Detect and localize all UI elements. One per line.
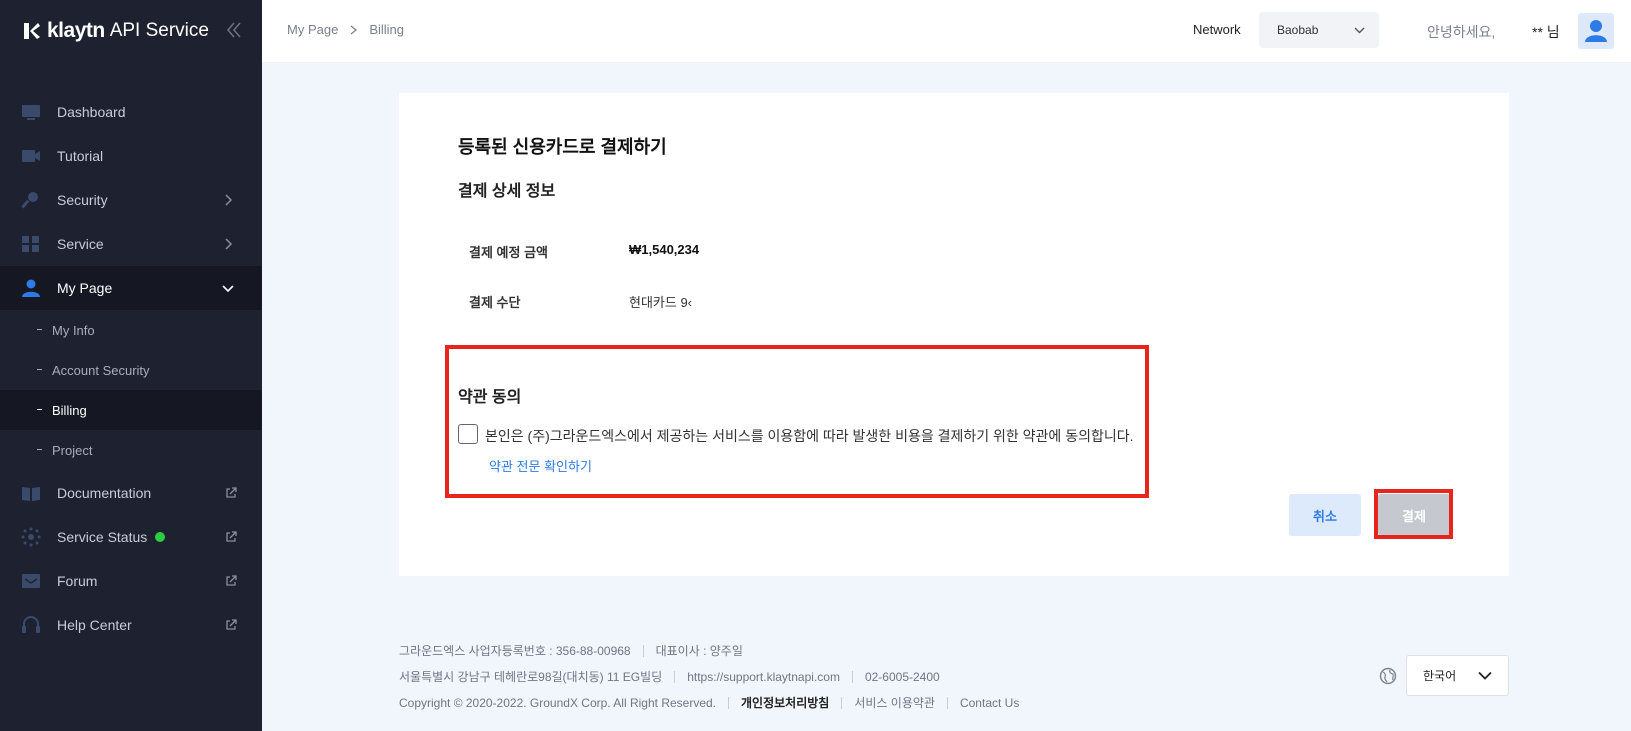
sidebar-item-documentation[interactable]: Documentation bbox=[0, 471, 262, 515]
brand-name: klaytn bbox=[47, 19, 105, 42]
sidebar-item-my-page[interactable]: My Page bbox=[0, 266, 262, 310]
network-select[interactable]: Baobab bbox=[1259, 12, 1379, 48]
status-indicator-dot bbox=[155, 532, 166, 542]
sidebar-subitem-billing[interactable]: Billing bbox=[0, 390, 262, 430]
top-header: My Page Billing Network Baobab 안녕하세요, **… bbox=[262, 0, 1631, 62]
sidebar-item-dashboard[interactable]: Dashboard bbox=[0, 90, 262, 134]
sidebar-subitem-account-security[interactable]: Account Security bbox=[0, 350, 262, 390]
language-select-value: 한국어 bbox=[1423, 669, 1457, 683]
company-address: 서울특별시 강남구 테헤란로98길(대치동) 11 EG빌딩 bbox=[399, 670, 663, 684]
bullet-dash bbox=[37, 329, 42, 330]
chevron-right-icon bbox=[350, 24, 358, 35]
footer-divider bbox=[728, 696, 730, 709]
pay-highlight-box bbox=[1374, 489, 1453, 539]
contact-us-link[interactable]: Contact Us bbox=[960, 696, 1019, 710]
external-link-icon bbox=[226, 619, 237, 630]
chevron-right-icon bbox=[225, 238, 233, 250]
sidebar-item-label: Help Center bbox=[57, 617, 132, 633]
sidebar-subitem-label: Account Security bbox=[52, 362, 150, 378]
cancel-button[interactable]: 취소 bbox=[1289, 494, 1361, 536]
external-link-icon bbox=[226, 575, 237, 586]
external-link-icon bbox=[226, 487, 237, 498]
sidebar-item-tutorial[interactable]: Tutorial bbox=[0, 134, 262, 178]
sidebar-item-service[interactable]: Service bbox=[0, 222, 262, 266]
sidebar-item-label: Forum bbox=[57, 573, 98, 589]
breadcrumb-my-page[interactable]: My Page bbox=[287, 22, 338, 37]
payment-detail-title: 결제 상세 정보 bbox=[458, 183, 556, 200]
chevron-down-icon bbox=[222, 285, 234, 293]
payment-method-value: 현대카드 9‹ bbox=[629, 295, 693, 310]
sidebar-item-label: Tutorial bbox=[57, 148, 104, 164]
payment-card: 등록된 신용카드로 결제하기 결제 상세 정보 결제 예정 금액 ₩1,540,… bbox=[399, 93, 1509, 576]
external-link-icon bbox=[226, 531, 237, 542]
chevron-right-icon bbox=[225, 194, 233, 206]
dashboard-icon bbox=[22, 105, 40, 120]
amount-value: ₩1,540,234 bbox=[629, 242, 700, 257]
sidebar-subitem-my-info[interactable]: My Info bbox=[0, 310, 262, 350]
status-icon bbox=[21, 527, 41, 547]
sidebar-item-label: Dashboard bbox=[57, 104, 126, 120]
footer-divider bbox=[642, 644, 644, 657]
book-icon bbox=[22, 487, 40, 501]
avatar[interactable] bbox=[1578, 13, 1614, 49]
sidebar-item-forum[interactable]: Forum bbox=[0, 559, 262, 603]
user-icon bbox=[22, 279, 40, 297]
sidebar-item-label: Service bbox=[57, 236, 104, 252]
sidebar-item-security[interactable]: Security bbox=[0, 178, 262, 222]
ceo-name: 대표이사 : 양주일 bbox=[655, 644, 743, 658]
video-icon bbox=[22, 150, 40, 162]
chat-icon bbox=[22, 574, 40, 588]
sidebar-item-label: Documentation bbox=[57, 485, 152, 501]
payment-method-label: 결제 수단 bbox=[469, 295, 521, 310]
sidebar: klaytn API Service Dashboard Tutorial Se… bbox=[0, 0, 262, 731]
greeting-text: 안녕하세요, bbox=[1427, 24, 1496, 40]
bullet-dash bbox=[37, 409, 42, 410]
sidebar-item-help-center[interactable]: Help Center bbox=[0, 603, 262, 647]
page-title: 등록된 신용카드로 결제하기 bbox=[458, 137, 667, 157]
phone-number: 02-6005-2400 bbox=[864, 669, 940, 684]
support-url[interactable]: https://support.klaytnapi.com bbox=[687, 670, 840, 684]
terms-highlight-box bbox=[445, 345, 1149, 498]
terms-of-service-link[interactable]: 서비스 이용약관 bbox=[854, 694, 935, 711]
sidebar-subitem-label: Billing bbox=[52, 402, 87, 418]
sidebar-item-label: Service Status bbox=[57, 529, 148, 545]
sidebar-item-label: My Page bbox=[57, 280, 113, 296]
sidebar-subitem-project[interactable]: Project bbox=[0, 430, 262, 470]
footer-divider bbox=[946, 696, 948, 709]
bullet-dash bbox=[37, 449, 42, 450]
klaytn-logo-icon bbox=[24, 23, 40, 39]
footer-divider bbox=[851, 670, 853, 683]
sidebar-subitem-label: Project bbox=[52, 442, 93, 458]
chevron-down-icon bbox=[1478, 671, 1492, 680]
brand-suffix: API Service bbox=[109, 20, 209, 41]
footer-divider bbox=[841, 696, 843, 709]
bullet-dash bbox=[37, 369, 42, 370]
sidebar-subitem-label: My Info bbox=[52, 322, 95, 338]
sidebar-item-service-status[interactable]: Service Status bbox=[0, 515, 262, 559]
key-icon bbox=[21, 192, 38, 209]
business-number: 그라운드엑스 사업자등록번호 : 356-88-00968 bbox=[399, 644, 631, 658]
privacy-policy-link[interactable]: 개인정보처리방침 bbox=[741, 694, 829, 711]
breadcrumb-billing: Billing bbox=[369, 22, 404, 37]
user-icon bbox=[1585, 20, 1607, 42]
copyright: Copyright © 2020-2022. GroundX Corp. All… bbox=[399, 695, 717, 710]
breadcrumb: My Page Billing bbox=[287, 22, 404, 37]
chevron-down-icon bbox=[1354, 27, 1365, 34]
footer-company-line: 그라운드엑스 사업자등록번호 : 356-88-00968 대표이사 : 양주일 bbox=[399, 642, 743, 659]
footer-divider bbox=[674, 670, 676, 683]
grid-icon bbox=[22, 236, 39, 252]
network-select-value: Baobab bbox=[1277, 23, 1319, 37]
brand-logo[interactable]: klaytn API Service bbox=[22, 18, 209, 44]
collapse-sidebar-icon[interactable] bbox=[226, 21, 242, 39]
headset-icon bbox=[22, 616, 40, 633]
language-select[interactable]: 한국어 bbox=[1406, 655, 1509, 696]
amount-label: 결제 예정 금액 bbox=[469, 245, 548, 260]
footer-links-line: Copyright © 2020-2022. GroundX Corp. All… bbox=[399, 694, 1019, 711]
footer-address-line: 서울특별시 강남구 테헤란로98길(대치동) 11 EG빌딩 https://s… bbox=[399, 668, 940, 685]
sidebar-item-label: Security bbox=[57, 192, 108, 208]
globe-icon bbox=[1379, 667, 1397, 685]
user-name: ** 님 bbox=[1532, 24, 1560, 40]
network-label: Network bbox=[1193, 22, 1241, 37]
